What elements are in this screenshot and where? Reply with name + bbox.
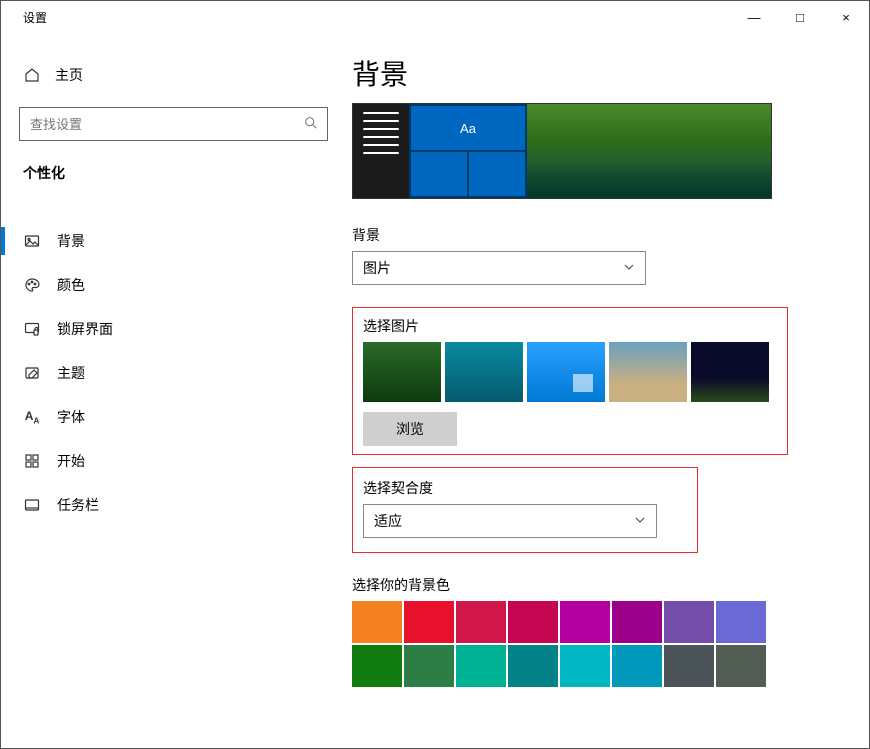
color-swatch[interactable]	[612, 601, 662, 643]
color-swatch[interactable]	[404, 601, 454, 643]
picture-icon	[23, 232, 41, 250]
sidebar-item-label: 主题	[57, 363, 85, 383]
fit-label: 选择契合度	[363, 478, 687, 498]
search-input[interactable]	[30, 117, 304, 132]
color-swatch[interactable]	[560, 645, 610, 687]
sidebar-item-2[interactable]: 锁屏界面	[1, 307, 346, 351]
window-controls: — □ ×	[731, 1, 869, 33]
page-title: 背景	[352, 53, 839, 93]
picture-thumb-1[interactable]	[363, 342, 441, 402]
sidebar-item-3[interactable]: 主题	[1, 351, 346, 395]
sidebar-item-5[interactable]: 开始	[1, 439, 346, 483]
sidebar: 主页 个性化 背景颜色锁屏界面主题 AA 字体开始任务栏	[1, 33, 346, 748]
preview-wallpaper	[527, 104, 771, 198]
desktop-preview: Aa	[352, 103, 772, 199]
search-icon	[304, 116, 317, 132]
minimize-button[interactable]: —	[731, 1, 777, 33]
color-swatch[interactable]	[456, 601, 506, 643]
chevron-down-icon	[623, 260, 635, 276]
sidebar-item-label: 锁屏界面	[57, 319, 113, 339]
color-swatch[interactable]	[508, 601, 558, 643]
choose-picture-label: 选择图片	[363, 316, 777, 336]
search-box[interactable]	[19, 107, 328, 141]
color-swatch[interactable]	[664, 601, 714, 643]
font-icon: AA	[23, 408, 41, 426]
chevron-down-icon	[634, 513, 646, 529]
nav-list: 背景颜色锁屏界面主题 AA 字体开始任务栏	[1, 219, 346, 527]
window-title: 设置	[1, 9, 47, 26]
color-swatch[interactable]	[352, 601, 402, 643]
color-swatch[interactable]	[560, 601, 610, 643]
close-button[interactable]: ×	[823, 1, 869, 33]
color-swatch[interactable]	[612, 645, 662, 687]
color-swatch[interactable]	[664, 645, 714, 687]
theme-icon	[23, 364, 41, 382]
sidebar-item-label: 颜色	[57, 275, 85, 295]
maximize-button[interactable]: □	[777, 1, 823, 33]
color-swatch[interactable]	[404, 645, 454, 687]
palette-icon	[23, 276, 41, 294]
preview-start-tiles: Aa	[409, 104, 527, 198]
color-swatch[interactable]	[508, 645, 558, 687]
lock-screen-icon	[23, 320, 41, 338]
picture-thumb-3[interactable]	[527, 342, 605, 402]
sidebar-item-0[interactable]: 背景	[1, 219, 346, 263]
picture-thumb-4[interactable]	[609, 342, 687, 402]
content: 背景 Aa 背景 图片 选择图片	[346, 33, 869, 748]
preview-taskbar	[353, 104, 409, 198]
picture-thumb-2[interactable]	[445, 342, 523, 402]
category-label: 个性化	[1, 159, 346, 197]
choose-color-label: 选择你的背景色	[352, 575, 839, 595]
fit-select-value: 适应	[374, 511, 402, 531]
titlebar: 设置 — □ ×	[1, 1, 869, 33]
home-label: 主页	[55, 65, 83, 85]
sidebar-item-label: 背景	[57, 231, 85, 251]
sidebar-item-label: 字体	[57, 407, 85, 427]
color-swatch[interactable]	[456, 645, 506, 687]
color-swatch[interactable]	[716, 645, 766, 687]
color-swatch[interactable]	[716, 601, 766, 643]
color-swatch[interactable]	[352, 645, 402, 687]
sidebar-item-4[interactable]: AA 字体	[1, 395, 346, 439]
picture-thumbnails	[363, 342, 777, 402]
choose-picture-section: 选择图片 浏览	[352, 307, 788, 455]
background-select-value: 图片	[363, 258, 391, 278]
picture-thumb-5[interactable]	[691, 342, 769, 402]
home-link[interactable]: 主页	[1, 57, 346, 93]
sidebar-item-label: 任务栏	[57, 495, 99, 515]
fit-section: 选择契合度 适应	[352, 467, 698, 553]
background-select[interactable]: 图片	[352, 251, 646, 285]
sidebar-item-6[interactable]: 任务栏	[1, 483, 346, 527]
color-row-1	[352, 601, 772, 643]
browse-button[interactable]: 浏览	[363, 412, 457, 446]
settings-window: 设置 — □ × 主页	[0, 0, 870, 749]
taskbar-icon	[23, 496, 41, 514]
start-icon	[23, 452, 41, 470]
sidebar-item-label: 开始	[57, 451, 85, 471]
fit-select[interactable]: 适应	[363, 504, 657, 538]
color-row-2	[352, 645, 772, 687]
preview-tile-aa: Aa	[411, 106, 525, 150]
home-icon	[23, 66, 41, 84]
background-label: 背景	[352, 225, 839, 245]
sidebar-item-1[interactable]: 颜色	[1, 263, 346, 307]
